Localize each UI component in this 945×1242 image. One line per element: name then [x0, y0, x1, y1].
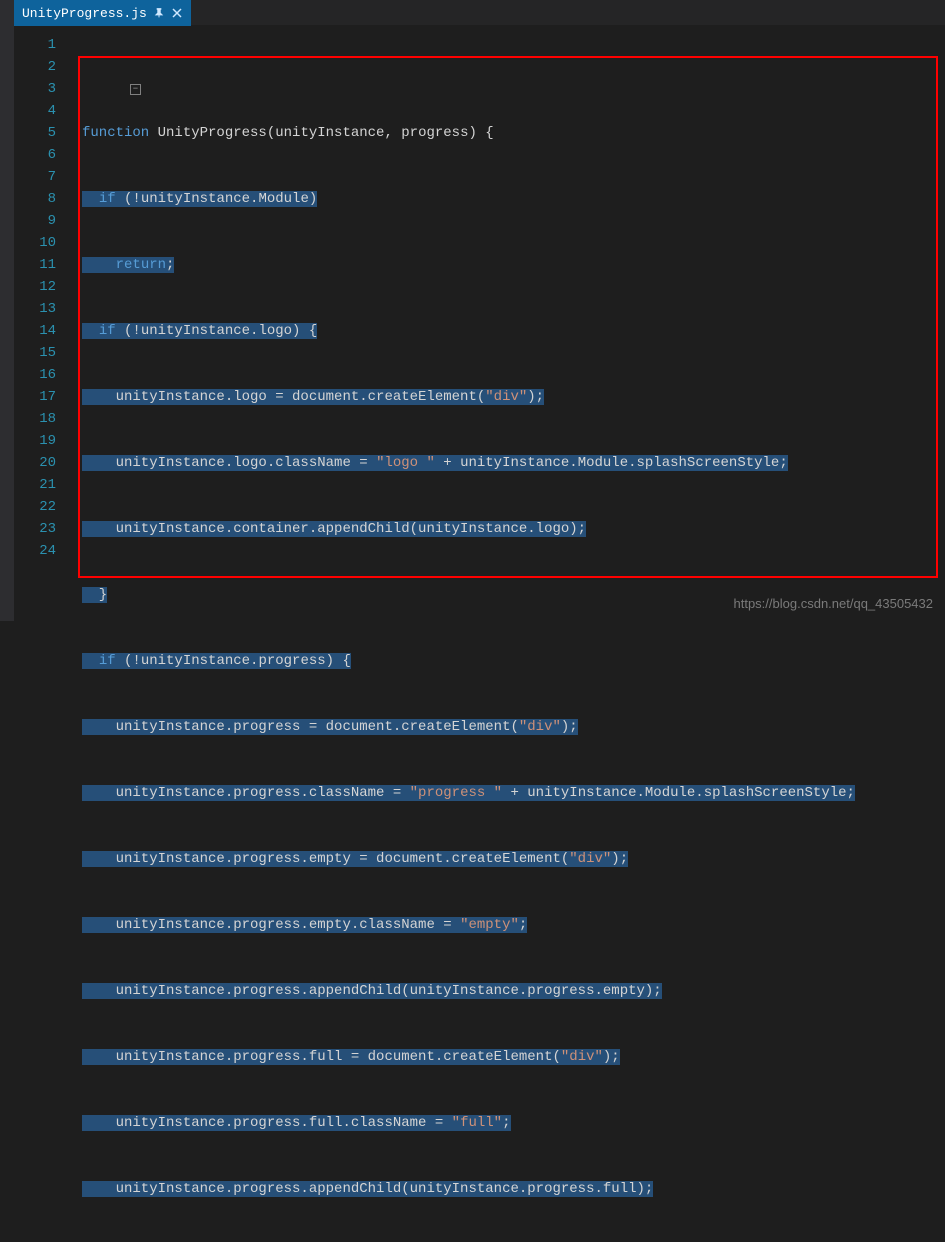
code-line[interactable]: if (!unityInstance.Module) — [72, 188, 945, 210]
file-tab[interactable]: UnityProgress.js — [14, 0, 191, 26]
pin-icon[interactable] — [153, 7, 165, 19]
code-text[interactable]: − function UnityProgress(unityInstance, … — [72, 26, 945, 621]
code-line[interactable]: unityInstance.progress.full.className = … — [72, 1112, 945, 1134]
code-line[interactable]: unityInstance.progress.className = "prog… — [72, 782, 945, 804]
code-line[interactable]: unityInstance.progress.appendChild(unity… — [72, 980, 945, 1002]
code-line[interactable]: unityInstance.progress.empty.className =… — [72, 914, 945, 936]
code-line[interactable]: if (!unityInstance.logo) { — [72, 320, 945, 342]
tab-filename: UnityProgress.js — [22, 6, 147, 21]
tab-bar: UnityProgress.js — [0, 0, 945, 26]
code-line[interactable]: unityInstance.container.appendChild(unit… — [72, 518, 945, 540]
code-line[interactable]: function UnityProgress(unityInstance, pr… — [72, 122, 945, 144]
fold-icon[interactable]: − — [130, 84, 141, 95]
left-rail — [0, 0, 14, 621]
code-line[interactable]: unityInstance.progress.appendChild(unity… — [72, 1178, 945, 1200]
code-line[interactable]: unityInstance.logo.className = "logo " +… — [72, 452, 945, 474]
code-line[interactable]: return; — [72, 254, 945, 276]
code-line[interactable]: unityInstance.logo = document.createElem… — [72, 386, 945, 408]
editor-window: UnityProgress.js 1 2 3 4 5 6 7 8 — [0, 0, 945, 621]
close-icon[interactable] — [171, 7, 183, 19]
code-line[interactable]: if (!unityInstance.progress) { — [72, 650, 945, 672]
watermark-text: https://blog.csdn.net/qq_43505432 — [734, 596, 934, 611]
code-line[interactable]: unityInstance.progress = document.create… — [72, 716, 945, 738]
code-area[interactable]: 1 2 3 4 5 6 7 8 9 10 11 12 13 14 15 16 1… — [0, 26, 945, 621]
code-line[interactable]: unityInstance.progress.empty = document.… — [72, 848, 945, 870]
code-line[interactable]: unityInstance.progress.full = document.c… — [72, 1046, 945, 1068]
